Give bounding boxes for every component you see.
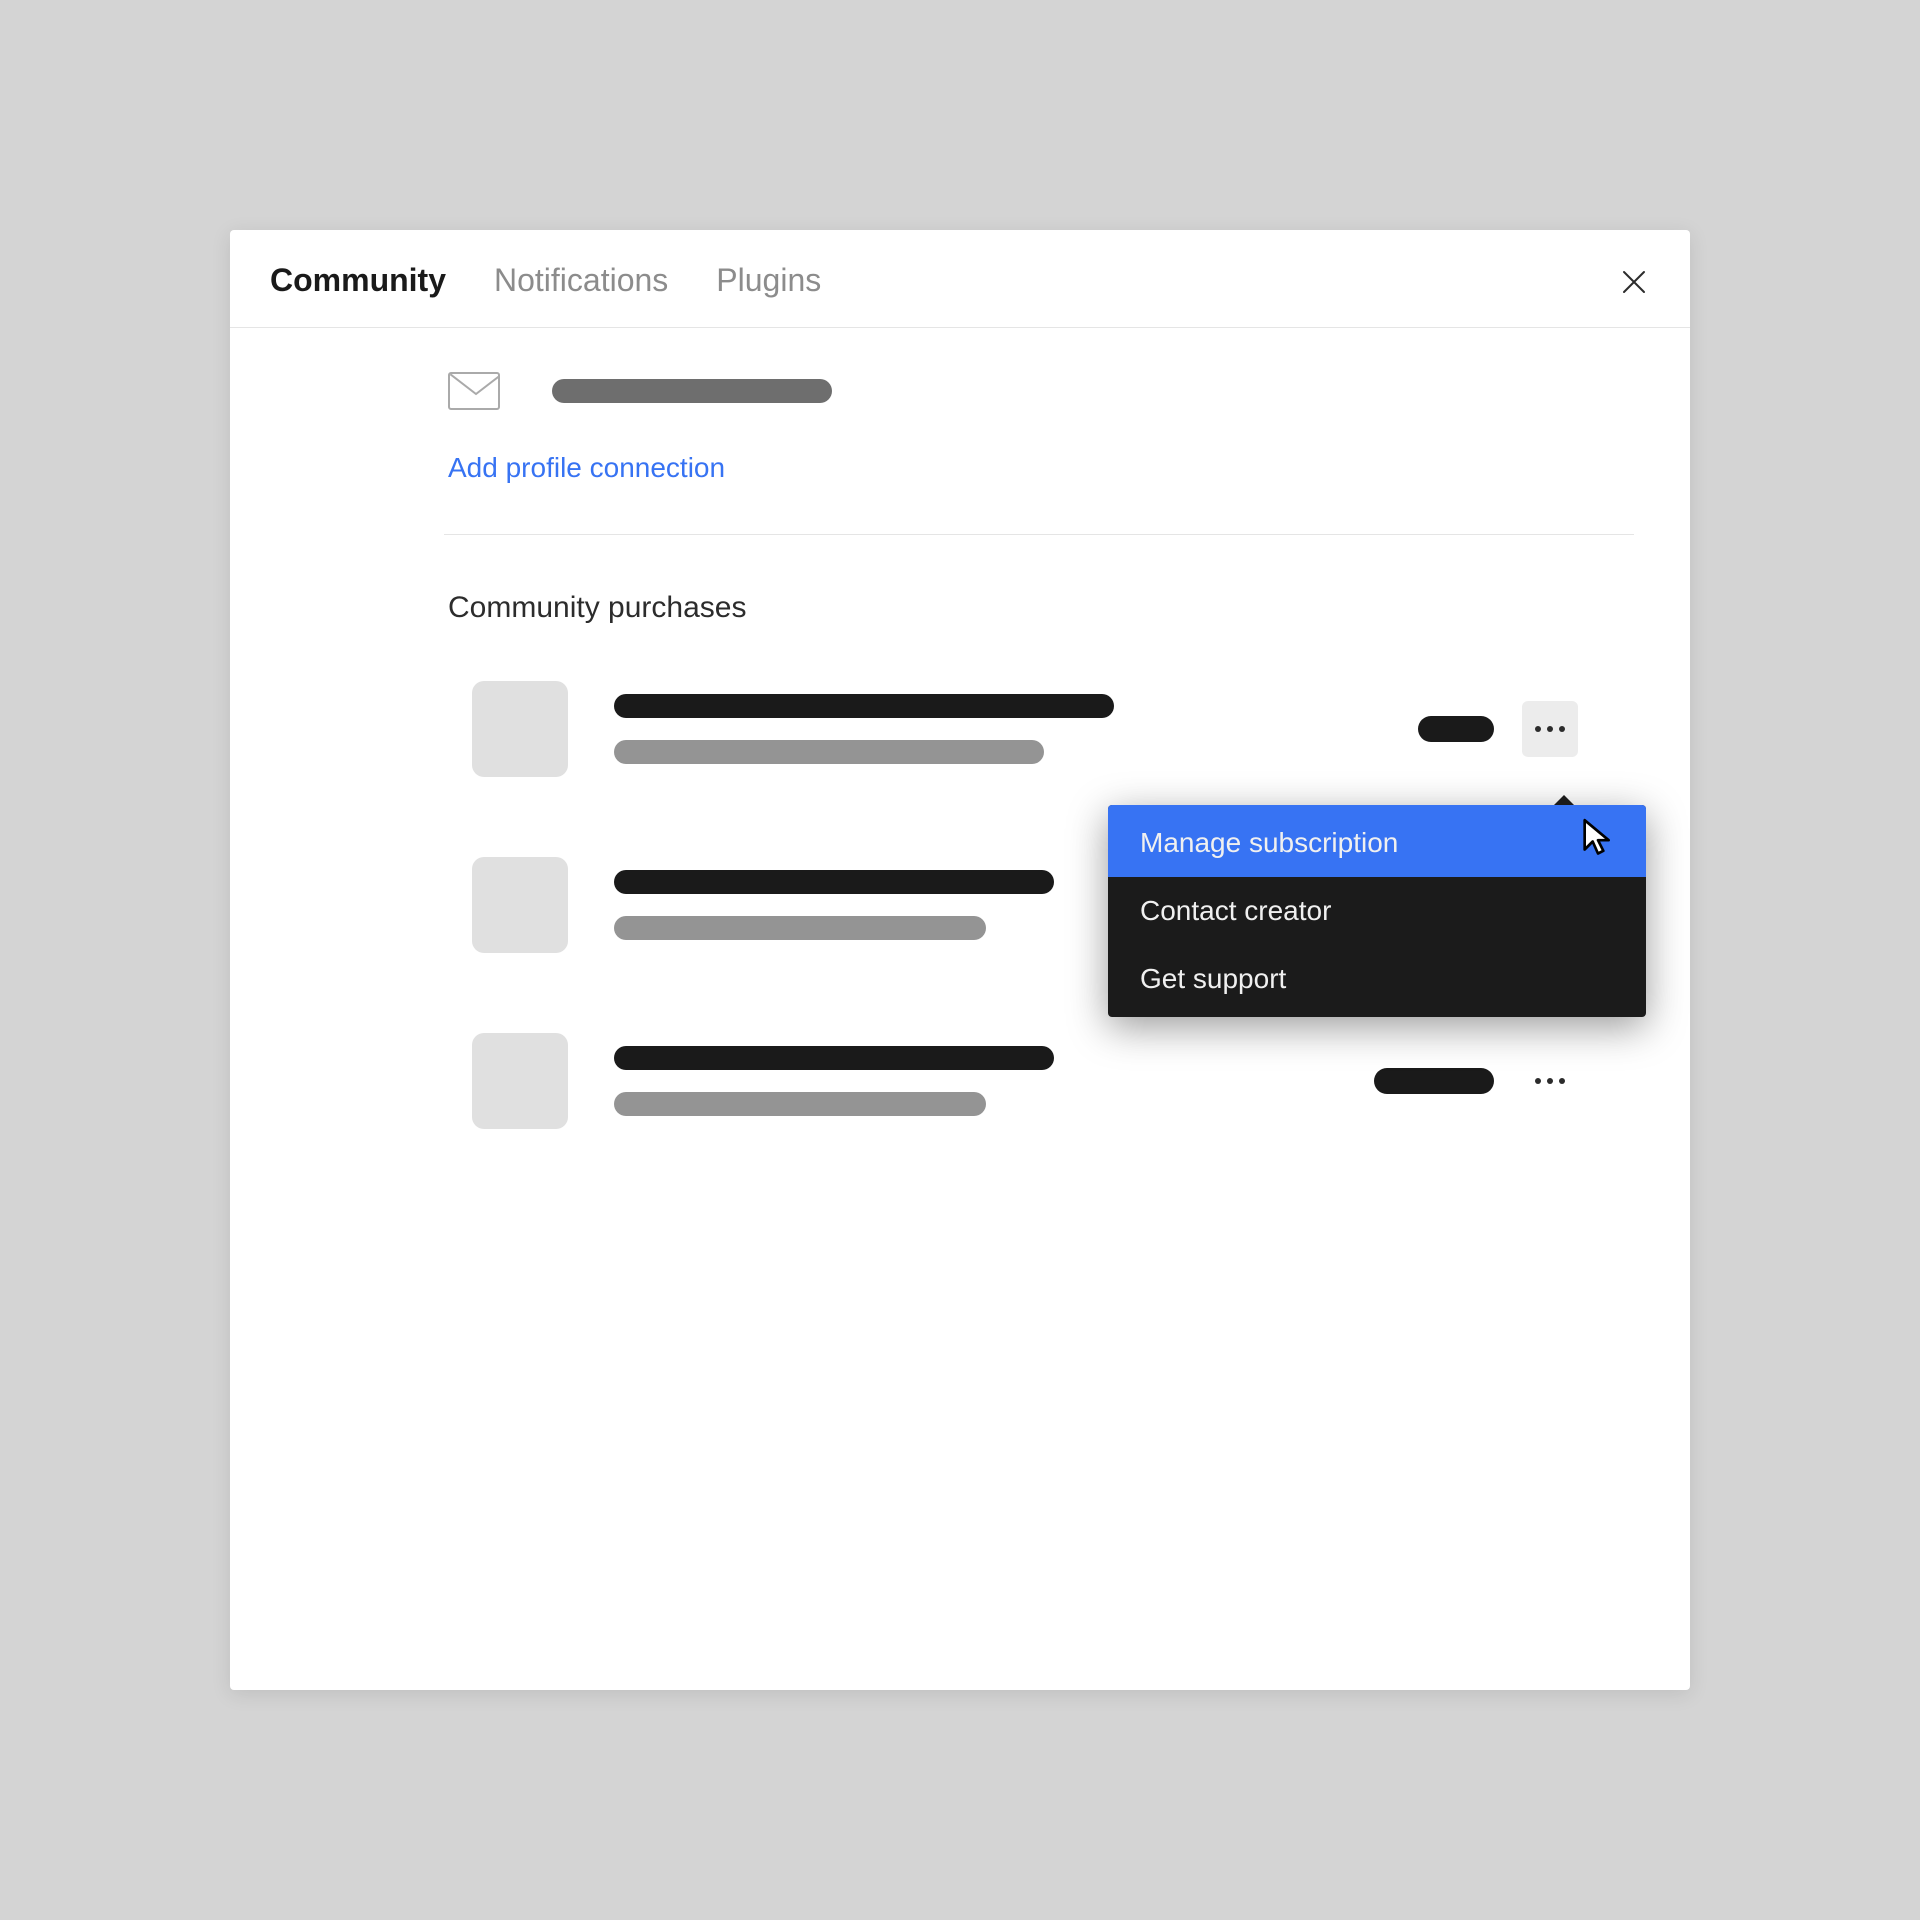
close-button[interactable] — [1618, 266, 1650, 298]
modal-header: Community Notifications Plugins — [230, 230, 1690, 328]
dropdown-get-support[interactable]: Get support — [1108, 945, 1646, 1017]
more-options-button[interactable] — [1522, 1053, 1578, 1109]
tab-notifications[interactable]: Notifications — [494, 262, 668, 299]
purchase-actions — [1374, 1053, 1578, 1109]
profile-email-redacted — [552, 379, 832, 403]
purchase-thumbnail — [472, 681, 568, 777]
purchase-thumbnail — [472, 857, 568, 953]
purchase-actions — [1418, 701, 1578, 757]
purchase-title-redacted — [614, 870, 1054, 894]
tab-bar: Community Notifications Plugins — [270, 262, 821, 299]
purchase-title-redacted — [614, 1046, 1054, 1070]
purchase-item: Manage subscription Contact creator G — [472, 681, 1634, 777]
dropdown-contact-creator[interactable]: Contact creator — [1108, 877, 1646, 945]
profile-connection-row — [286, 372, 1634, 410]
mail-icon — [448, 372, 500, 410]
dropdown-item-label: Get support — [1140, 963, 1286, 994]
dropdown-item-label: Contact creator — [1140, 895, 1331, 926]
more-options-button[interactable] — [1522, 701, 1578, 757]
purchase-item-info — [614, 694, 1372, 764]
purchase-badge — [1374, 1068, 1494, 1094]
tab-plugins[interactable]: Plugins — [716, 262, 821, 299]
tab-community[interactable]: Community — [270, 262, 446, 299]
add-profile-connection-link[interactable]: Add profile connection — [286, 452, 1634, 484]
purchase-list: Manage subscription Contact creator G — [286, 681, 1634, 1129]
dropdown-item-label: Manage subscription — [1140, 827, 1398, 858]
purchase-thumbnail — [472, 1033, 568, 1129]
purchase-subtitle-redacted — [614, 1092, 986, 1116]
purchase-subtitle-redacted — [614, 916, 986, 940]
cursor-icon — [1582, 818, 1614, 865]
purchase-item — [472, 1033, 1634, 1129]
purchase-subtitle-redacted — [614, 740, 1044, 764]
divider — [444, 534, 1634, 535]
more-icon — [1535, 1078, 1565, 1084]
purchase-options-dropdown: Manage subscription Contact creator G — [1108, 805, 1646, 1017]
purchases-section-title: Community purchases — [286, 591, 1634, 625]
purchase-item-info — [614, 1046, 1328, 1116]
purchase-badge — [1418, 716, 1494, 742]
purchase-title-redacted — [614, 694, 1114, 718]
modal-content: Add profile connection Community purchas… — [230, 328, 1690, 1690]
close-icon — [1620, 268, 1648, 296]
more-icon — [1535, 726, 1565, 732]
settings-modal: Community Notifications Plugins Add prof… — [230, 230, 1690, 1690]
dropdown-manage-subscription[interactable]: Manage subscription — [1108, 805, 1646, 877]
